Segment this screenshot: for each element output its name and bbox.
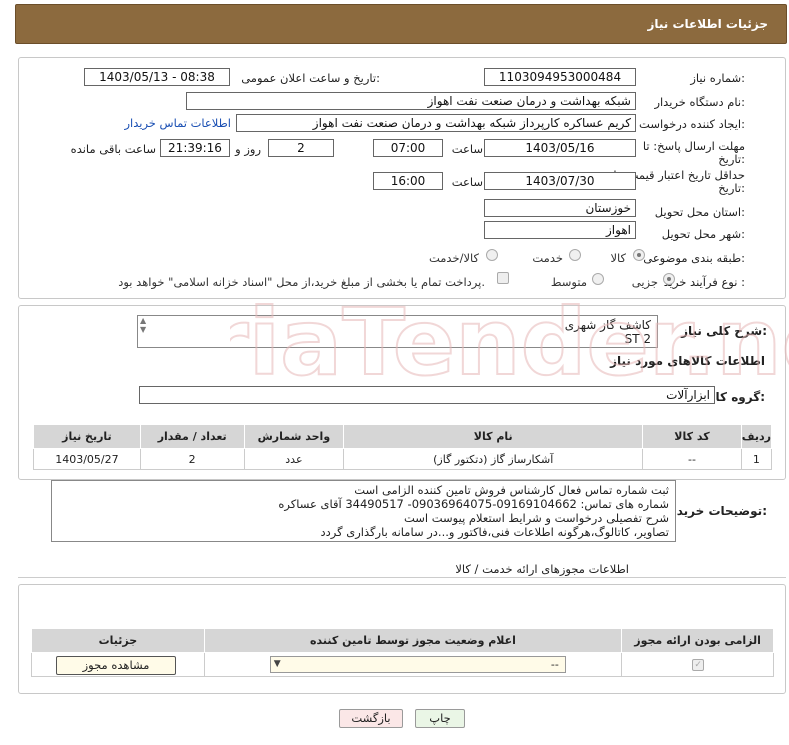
buyer-notes-label: توضیحات خریدار:	[665, 504, 767, 518]
view-permit-button[interactable]: مشاهده مجوز	[56, 656, 176, 675]
deadline-date-label: تاریخ:	[718, 152, 745, 166]
permit-status-select[interactable]: -- ▼	[269, 656, 566, 673]
days-label: روز و	[235, 142, 261, 156]
treasury-payment-note: پرداخت تمام یا بخشی از مبلغ خرید،از محل …	[118, 275, 485, 289]
buyer-notes-line-3: شرح تفصیلی درخواست و شرایط استعلام پیوست…	[403, 511, 669, 525]
treasury-payment-checkbox[interactable]	[497, 272, 509, 284]
permit-status-cell: -- ▼	[203, 652, 623, 677]
buyer-notes-line-4: تصاویر، کاتالوگ،هرگونه اطلاعات فنی،فاکتو…	[320, 525, 669, 539]
col-item-name: نام کالا	[343, 424, 644, 449]
validity-date-field: 1403/07/30	[484, 172, 636, 190]
city-label: شهر محل تحویل:	[661, 227, 745, 241]
days-remaining-field: 2	[268, 139, 334, 157]
back-button[interactable]: بازگشت	[339, 709, 403, 728]
creator-field: کریم عساکره کارپرداز شبکه بهداشت و درمان…	[236, 114, 636, 132]
print-button[interactable]: چاپ	[415, 709, 465, 728]
need-number-label: شماره نیاز:	[690, 71, 745, 85]
table-row: ✓ -- ▼ مشاهده مجوز	[31, 652, 774, 677]
row-number: 1	[740, 448, 773, 470]
page-header: جزئیات اطلاعات نیاز	[15, 4, 787, 44]
announce-datetime-field: 1403/05/13 - 08:38	[84, 68, 230, 86]
city-field: اهواز	[484, 221, 636, 239]
page-title: جزئیات اطلاعات نیاز	[647, 17, 768, 31]
need-number-field: 1103094953000484	[484, 68, 636, 86]
announce-datetime-label: تاریخ و ساعت اعلان عمومی:	[241, 71, 380, 85]
remaining-time-field: 21:39:16	[160, 139, 230, 157]
permit-required-cell: ✓	[621, 652, 774, 677]
col-permit-details: جزئیات	[31, 628, 205, 653]
category-goods-service-label: کالا/خدمت	[428, 251, 479, 265]
col-unit: واحد شمارش	[243, 424, 345, 449]
process-type-label: نوع فرآیند خرید :	[663, 275, 745, 289]
col-quantity: تعداد / مقدار	[139, 424, 245, 449]
province-field: خوزستان	[484, 199, 636, 217]
buyer-org-field: شبکه بهداشت و درمان صنعت نفت اهواز	[186, 92, 636, 110]
item-need-date: 1403/05/27	[33, 448, 141, 470]
item-unit: عدد	[243, 448, 345, 470]
col-permit-status: اعلام وضعیت مجوز توسط تامین کننده	[203, 628, 623, 653]
goods-info-title: اطلاعات کالاهای مورد نیاز	[610, 354, 765, 368]
permit-required-checkbox[interactable]: ✓	[692, 659, 705, 671]
deadline-time-label: ساعت	[451, 142, 483, 156]
category-service-label: خدمت	[532, 251, 563, 265]
item-code: --	[642, 448, 742, 470]
need-summary-line-2: ST 2	[624, 332, 651, 346]
buyer-notes-textarea: ثبت شماره تماس فعال کارشناس فروش تامین ک…	[51, 480, 676, 542]
permit-details-cell: مشاهده مجوز	[31, 652, 205, 677]
deadline-date-field: 1403/05/16	[484, 139, 636, 157]
validity-date-label: تاریخ:	[718, 181, 745, 195]
process-radio-minor[interactable]	[663, 273, 675, 285]
col-row-number: ردیف	[740, 424, 773, 449]
permits-title: اطلاعات مجوزهای ارائه خدمت / کالا	[455, 562, 629, 576]
province-label: استان محل تحویل:	[654, 205, 745, 219]
col-need-date: تاریخ نیاز	[33, 424, 141, 449]
col-item-code: کد کالا	[642, 424, 742, 449]
category-radio-service[interactable]	[569, 249, 581, 261]
buyer-notes-line-2: شماره های تماس: 09169104662-09036964075-…	[278, 497, 669, 511]
goods-group-field: ابزارآلات	[139, 386, 715, 404]
items-table-header-row: ردیف کد کالا نام کالا واحد شمارش تعداد /…	[33, 424, 773, 449]
permits-header-row: الزامی بودن ارائه مجوز اعلام وضعیت مجوز …	[31, 628, 774, 653]
buyer-org-label: نام دستگاه خریدار:	[654, 95, 745, 109]
remaining-time-label: ساعت باقی مانده	[70, 142, 156, 156]
process-medium-label: متوسط	[550, 275, 587, 289]
process-minor-label: جزیی	[631, 275, 658, 289]
col-permit-required: الزامی بودن ارائه مجوز	[621, 628, 774, 653]
need-summary-textarea: کاشف گاز شهری ST 2	[137, 315, 658, 348]
creator-label: ایجاد کننده درخواست:	[639, 117, 745, 131]
category-goods-label: کالا	[610, 251, 626, 265]
chevron-down-icon: ▼	[273, 659, 281, 669]
goods-group-label: گروه کالا:	[706, 390, 765, 404]
item-quantity: 2	[139, 448, 245, 470]
process-radio-medium[interactable]	[592, 273, 604, 285]
need-summary-line-1: کاشف گاز شهری	[564, 318, 651, 332]
buyer-notes-line-1: ثبت شماره تماس فعال کارشناس فروش تامین ک…	[354, 483, 669, 497]
category-radio-goods[interactable]	[633, 249, 645, 261]
need-summary-label: شرح کلی نیاز:	[681, 324, 767, 338]
permit-select-value: --	[550, 658, 559, 671]
validity-time-field: 16:00	[373, 172, 443, 190]
buyer-contact-link[interactable]: اطلاعات تماس خریدار	[124, 116, 231, 130]
deadline-label: مهلت ارسال پاسخ: تا	[642, 139, 745, 153]
item-name: آشکارساز گاز (دتکتور گاز)	[343, 448, 644, 470]
table-row: 1 -- آشکارساز گاز (دتکتور گاز) عدد 2 140…	[33, 448, 773, 470]
category-label: طبقه بندی موضوعی:	[643, 251, 745, 265]
permits-divider	[18, 577, 786, 578]
validity-time-label: ساعت	[451, 175, 483, 189]
category-radio-goods-service[interactable]	[486, 249, 498, 261]
items-table: ردیف کد کالا نام کالا واحد شمارش تعداد /…	[33, 424, 773, 470]
summary-scroll-arrows[interactable]: ▲ ▼	[140, 316, 152, 346]
permits-table: الزامی بودن ارائه مجوز اعلام وضعیت مجوز …	[31, 628, 774, 677]
deadline-time-field: 07:00	[373, 139, 443, 157]
